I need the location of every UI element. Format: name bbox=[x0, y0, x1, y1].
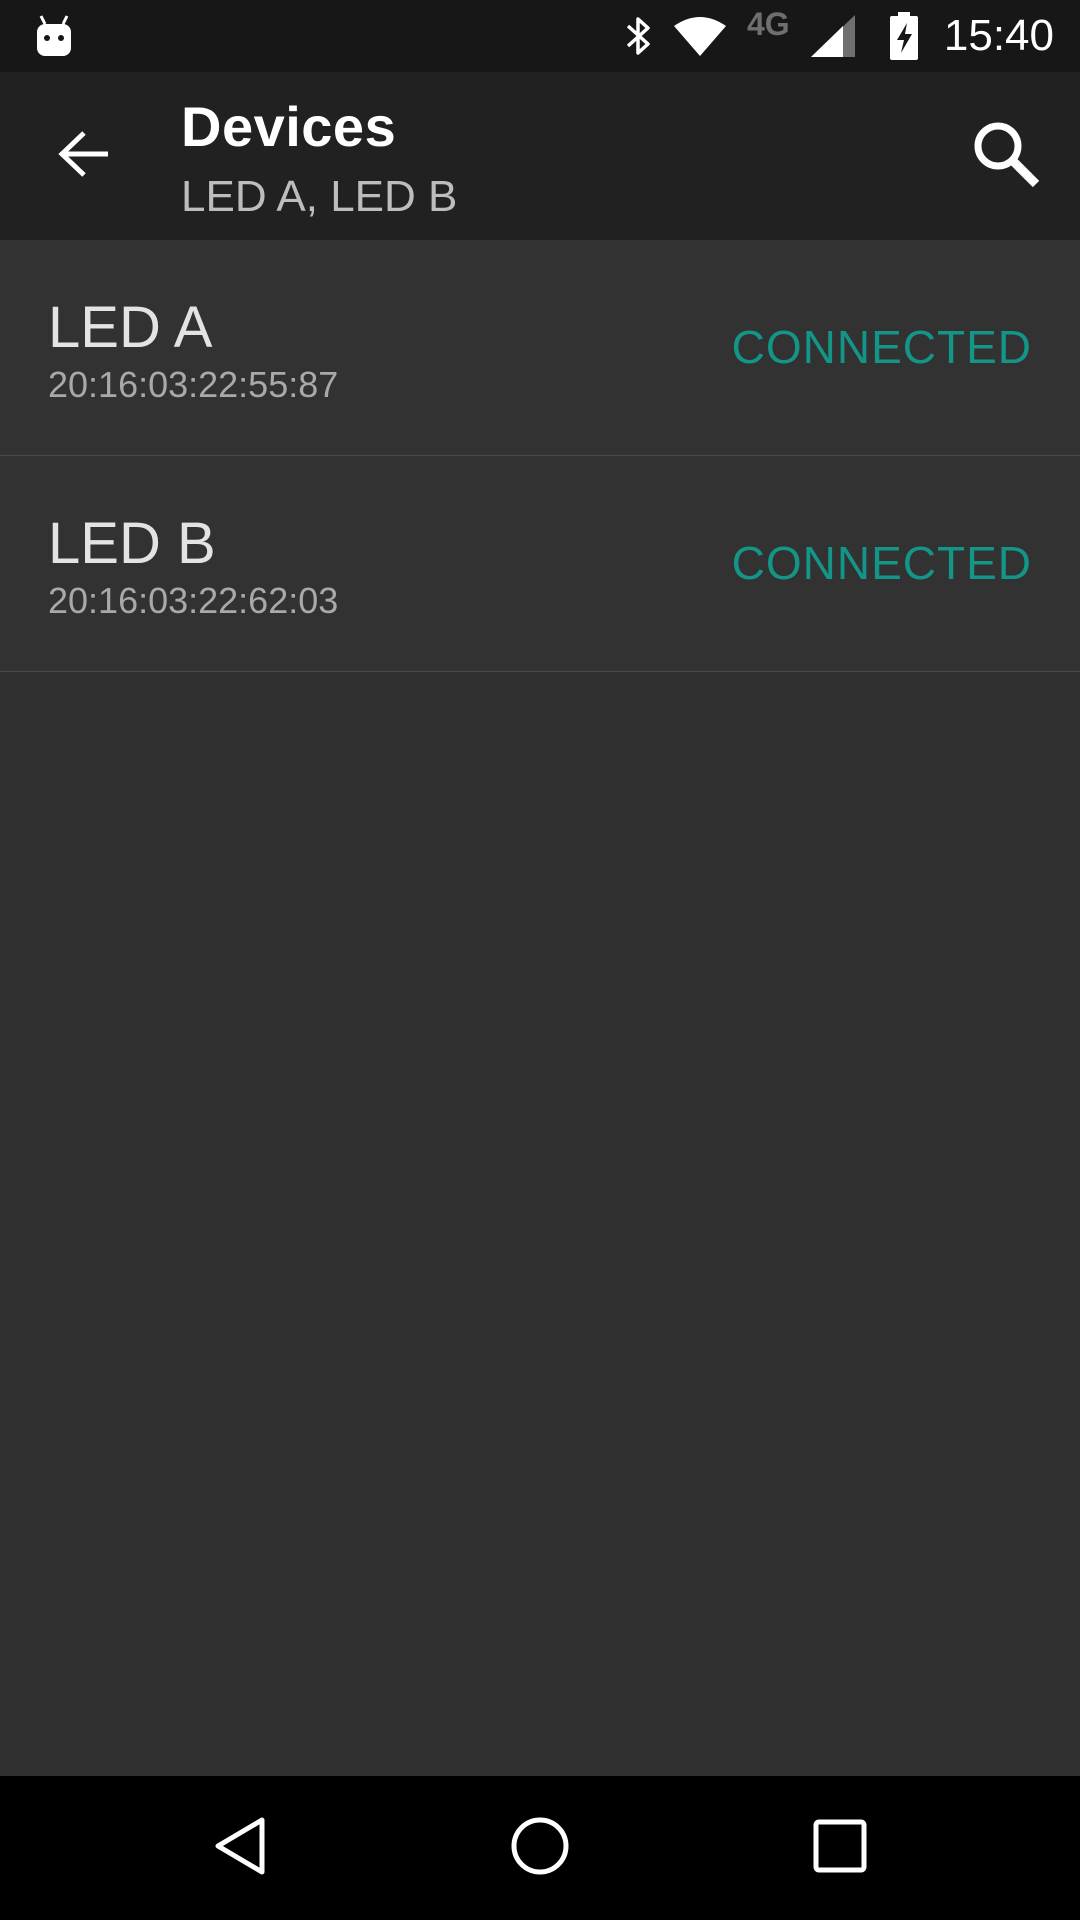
devices-screen: 4G 15:40 Devices LED A, LED B LED A 20:1… bbox=[0, 0, 1080, 1920]
device-list: LED A 20:16:03:22:55:87 CONNECTED LED B … bbox=[0, 240, 1080, 672]
cell-signal-icon bbox=[808, 0, 858, 72]
android-debug-icon bbox=[30, 0, 78, 72]
back-triangle-icon bbox=[212, 1816, 268, 1881]
list-item[interactable]: LED A 20:16:03:22:55:87 CONNECTED bbox=[0, 240, 1080, 456]
status-clock: 15:40 bbox=[943, 11, 1054, 60]
device-status: CONNECTED bbox=[731, 321, 1032, 373]
nav-back-button[interactable] bbox=[192, 1800, 288, 1896]
wifi-icon bbox=[672, 0, 728, 72]
status-bar: 4G 15:40 bbox=[0, 0, 1080, 72]
device-name: LED A bbox=[48, 295, 213, 360]
nav-home-button[interactable] bbox=[492, 1800, 588, 1896]
app-bar: Devices LED A, LED B bbox=[0, 72, 1080, 240]
page-subtitle: LED A, LED B bbox=[181, 172, 458, 221]
device-status: CONNECTED bbox=[731, 537, 1032, 589]
page-title: Devices bbox=[181, 95, 397, 158]
device-address: 20:16:03:22:55:87 bbox=[48, 364, 339, 405]
device-name: LED B bbox=[48, 511, 216, 576]
list-item[interactable]: LED B 20:16:03:22:62:03 CONNECTED bbox=[0, 456, 1080, 672]
bluetooth-icon bbox=[618, 0, 660, 72]
nav-recents-button[interactable] bbox=[792, 1800, 888, 1896]
home-circle-icon bbox=[510, 1816, 570, 1881]
recents-square-icon bbox=[813, 1819, 867, 1878]
network-type-label: 4G bbox=[747, 6, 790, 42]
search-button[interactable] bbox=[958, 108, 1054, 204]
arrow-back-icon bbox=[58, 130, 110, 183]
device-address: 20:16:03:22:62:03 bbox=[48, 580, 339, 621]
back-button[interactable] bbox=[36, 108, 132, 204]
search-icon bbox=[970, 118, 1042, 195]
battery-charging-icon bbox=[884, 0, 924, 72]
navigation-bar bbox=[0, 1776, 1080, 1920]
